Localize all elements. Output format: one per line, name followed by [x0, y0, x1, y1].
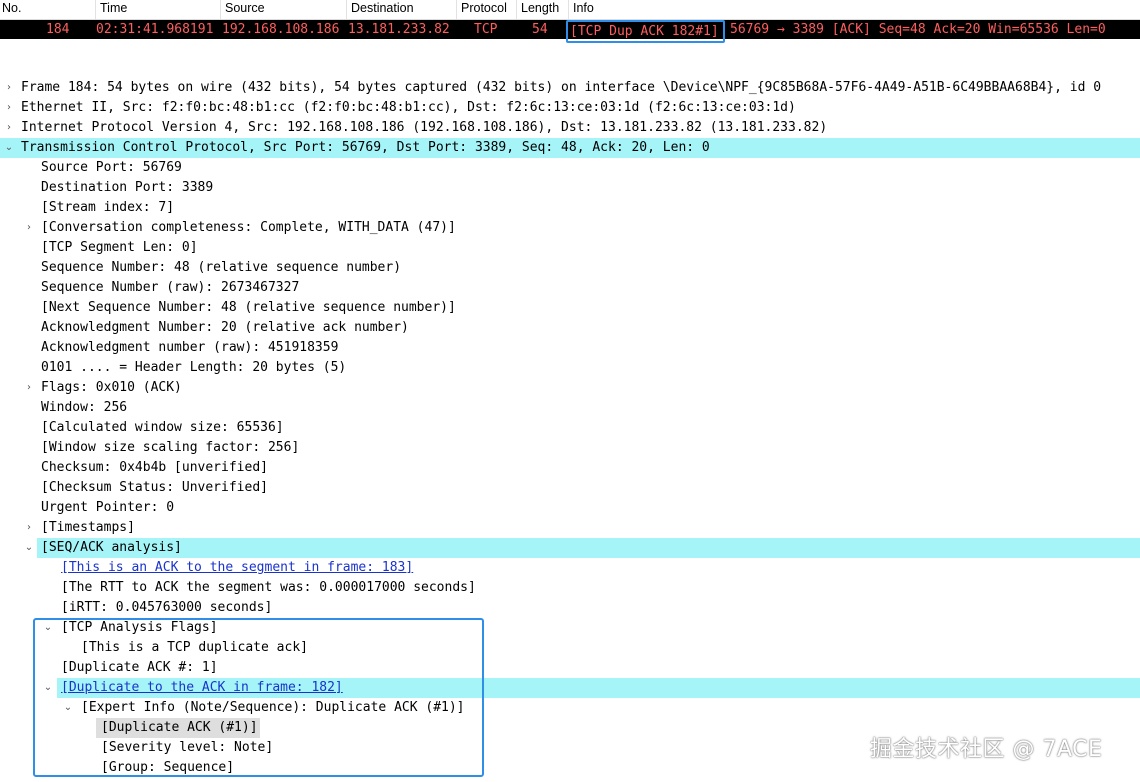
tree-label: Acknowledgment number (raw): 451918359 [41, 340, 339, 355]
packet-protocol: TCP [474, 22, 498, 37]
info-highlight-box: [TCP Dup ACK 182#1] [566, 20, 725, 43]
tree-row-seq-ack-analysis[interactable]: ⌄ [SEQ/ACK analysis] [0, 538, 1140, 558]
tree-row[interactable]: [Next Sequence Number: 48 (relative sequ… [0, 298, 1140, 318]
chevron-down-icon[interactable]: ⌄ [42, 618, 54, 638]
tree-row[interactable]: [Window size scaling factor: 256] [0, 438, 1140, 458]
tree-row-duplicate-to-ack[interactable]: ⌄ [Duplicate to the ACK in frame: 182] [0, 678, 1140, 698]
tree-label: [Stream index: 7] [41, 200, 175, 215]
tree-label: [Window size scaling factor: 256] [41, 440, 300, 455]
tree-label: [Conversation completeness: Complete, WI… [41, 220, 456, 235]
packet-row[interactable]: 184 02:31:41.968191 192.168.108.186 13.1… [0, 20, 1140, 43]
tree-row-conversation[interactable]: › [Conversation completeness: Complete, … [0, 218, 1140, 238]
tree-label: [iRTT: 0.045763000 seconds] [61, 600, 273, 615]
tree-row[interactable]: Acknowledgment number (raw): 451918359 [0, 338, 1140, 358]
tree-label: [The RTT to ACK the segment was: 0.00001… [61, 580, 476, 595]
column-header-info[interactable]: Info [568, 0, 1140, 19]
tree-label: Source Port: 56769 [41, 160, 182, 175]
tree-label: Urgent Pointer: 0 [41, 500, 175, 515]
tree-row[interactable]: Checksum: 0x4b4b [unverified] [0, 458, 1140, 478]
chevron-down-icon[interactable]: ⌄ [3, 138, 15, 158]
tree-row-expert-info[interactable]: ⌄ [Expert Info (Note/Sequence): Duplicat… [0, 698, 1140, 718]
column-header-length[interactable]: Length [516, 0, 568, 19]
packet-source: 192.168.108.186 [222, 22, 340, 37]
tree-label: [Next Sequence Number: 48 (relative sequ… [41, 300, 456, 315]
chevron-right-icon[interactable]: › [3, 118, 15, 138]
tree-label: [Checksum Status: Unverified] [41, 480, 268, 495]
tree-label: [SEQ/ACK analysis] [41, 540, 182, 555]
chevron-right-icon[interactable]: › [23, 218, 35, 238]
tree-label: [Group: Sequence] [101, 760, 235, 775]
tree-row-frame[interactable]: › Frame 184: 54 bytes on wire (432 bits)… [0, 78, 1140, 98]
tree-label: [TCP Analysis Flags] [61, 620, 218, 635]
column-header-time[interactable]: Time [95, 0, 220, 19]
tree-row-tcp[interactable]: ⌄ Transmission Control Protocol, Src Por… [0, 138, 1140, 158]
tree-row[interactable]: Window: 256 [0, 398, 1140, 418]
tree-label: [Severity level: Note] [101, 740, 274, 755]
packet-info-rest: 56769 → 3389 [ACK] Seq=48 Ack=20 Win=655… [730, 22, 1106, 37]
row-highlight [37, 538, 1140, 558]
frame-link[interactable]: [This is an ACK to the segment in frame:… [61, 558, 413, 578]
tree-row[interactable]: [Checksum Status: Unverified] [0, 478, 1140, 498]
tree-label: Ethernet II, Src: f2:f0:bc:48:b1:cc (f2:… [21, 100, 796, 115]
tree-row[interactable]: [The RTT to ACK the segment was: 0.00001… [0, 578, 1140, 598]
tree-label: Internet Protocol Version 4, Src: 192.16… [21, 120, 828, 135]
tree-row[interactable]: [iRTT: 0.045763000 seconds] [0, 598, 1140, 618]
tree-row[interactable]: Acknowledgment Number: 20 (relative ack … [0, 318, 1140, 338]
tree-label: Frame 184: 54 bytes on wire (432 bits), … [21, 80, 1102, 95]
tree-row[interactable]: [Calculated window size: 65536] [0, 418, 1140, 438]
column-header-no[interactable]: No. [0, 0, 95, 19]
chevron-down-icon[interactable]: ⌄ [42, 678, 54, 698]
tree-row[interactable]: [Duplicate ACK #: 1] [0, 658, 1140, 678]
tree-label: Destination Port: 3389 [41, 180, 214, 195]
tree-row-ethernet[interactable]: › Ethernet II, Src: f2:f0:bc:48:b1:cc (f… [0, 98, 1140, 118]
chevron-right-icon[interactable]: › [23, 518, 35, 538]
tree-label: [This is a TCP duplicate ack] [81, 640, 308, 655]
tree-row[interactable]: Destination Port: 3389 [0, 178, 1140, 198]
tree-row[interactable]: 0101 .... = Header Length: 20 bytes (5) [0, 358, 1140, 378]
chevron-right-icon[interactable]: › [3, 98, 15, 118]
chevron-right-icon[interactable]: › [3, 78, 15, 98]
tree-row-ack-frame-link[interactable]: [This is an ACK to the segment in frame:… [0, 558, 1140, 578]
chevron-down-icon[interactable]: ⌄ [62, 698, 74, 718]
tree-row[interactable]: Urgent Pointer: 0 [0, 498, 1140, 518]
tree-label: [Calculated window size: 65536] [41, 420, 284, 435]
tree-row-tcp-analysis-flags[interactable]: ⌄ [TCP Analysis Flags] [0, 618, 1140, 638]
tree-row-timestamps[interactable]: › [Timestamps] [0, 518, 1140, 538]
packet-no: 184 [46, 22, 70, 37]
column-header-protocol[interactable]: Protocol [456, 0, 516, 19]
tree-label: [Timestamps] [41, 520, 135, 535]
tree-row[interactable]: Sequence Number: 48 (relative sequence n… [0, 258, 1140, 278]
packet-time: 02:31:41.968191 [96, 22, 214, 37]
tree-label: Transmission Control Protocol, Src Port:… [21, 140, 710, 155]
packet-length: 54 [532, 22, 548, 37]
tree-label: 0101 .... = Header Length: 20 bytes (5) [41, 360, 347, 375]
packet-info-flag: [TCP Dup ACK 182#1] [570, 24, 719, 39]
tree-label: Acknowledgment Number: 20 (relative ack … [41, 320, 409, 335]
tree-row[interactable]: [This is a TCP duplicate ack] [0, 638, 1140, 658]
column-header-destination[interactable]: Destination [346, 0, 456, 19]
packet-list-header: No. Time Source Destination Protocol Len… [0, 0, 1140, 20]
tree-row[interactable]: Sequence Number (raw): 2673467327 [0, 278, 1140, 298]
tree-label: [Duplicate ACK (#1)] [101, 720, 258, 735]
tree-row-ipv4[interactable]: › Internet Protocol Version 4, Src: 192.… [0, 118, 1140, 138]
tree-row[interactable]: Source Port: 56769 [0, 158, 1140, 178]
chevron-right-icon[interactable]: › [23, 378, 35, 398]
tree-label: Sequence Number (raw): 2673467327 [41, 280, 300, 295]
column-header-source[interactable]: Source [220, 0, 346, 19]
tree-label: [Duplicate ACK #: 1] [61, 660, 218, 675]
chevron-down-icon[interactable]: ⌄ [23, 538, 35, 558]
tree-row[interactable]: [TCP Segment Len: 0] [0, 238, 1140, 258]
tree-row-flags[interactable]: › Flags: 0x010 (ACK) [0, 378, 1140, 398]
tree-row[interactable]: [Stream index: 7] [0, 198, 1140, 218]
tree-label: Checksum: 0x4b4b [unverified] [41, 460, 268, 475]
packet-destination: 13.181.233.82 [348, 22, 450, 37]
tree-label: Window: 256 [41, 400, 128, 415]
frame-link[interactable]: [Duplicate to the ACK in frame: 182] [61, 678, 343, 698]
tree-label: Sequence Number: 48 (relative sequence n… [41, 260, 402, 275]
watermark: 掘金技术社区 @ 7ACE [870, 737, 1103, 762]
tree-label: [Expert Info (Note/Sequence): Duplicate … [81, 700, 465, 715]
tree-label: [TCP Segment Len: 0] [41, 240, 198, 255]
tree-label: Flags: 0x010 (ACK) [41, 380, 182, 395]
